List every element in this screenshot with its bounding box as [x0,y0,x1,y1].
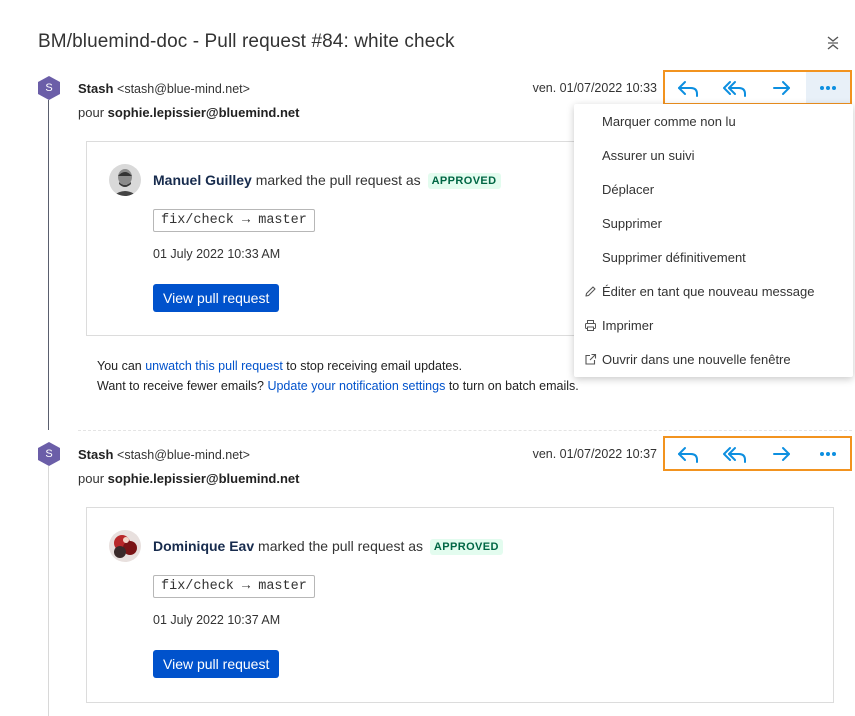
printer-icon [584,319,597,332]
menu-item-edit-as-new[interactable]: Éditer en tant que nouveau message [574,276,853,306]
more-icon [819,451,836,456]
message-toolbar [663,70,852,105]
collapse-all-icon[interactable] [825,35,841,51]
status-badge: APPROVED [427,173,501,189]
approval-timestamp: 01 July 2022 10:37 AM [153,613,281,627]
approval-timestamp: 01 July 2022 10:33 AM [153,247,281,261]
reply-button[interactable] [665,438,712,469]
sender-address: <stash@blue-mind.net> [117,82,250,96]
message-date: ven. 01/07/2022 10:37 [532,447,657,461]
reply-icon [678,80,699,97]
status-badge: APPROVED [429,539,503,555]
sender-address: <stash@blue-mind.net> [117,448,250,462]
menu-item-move[interactable]: Déplacer [574,174,853,204]
reply-button[interactable] [665,72,712,103]
recipient-address: sophie.lepissier@bluemind.net [107,471,300,486]
reply-all-button[interactable] [712,438,759,469]
message-date: ven. 01/07/2022 10:33 [532,81,657,95]
message-divider [78,430,852,431]
conversation-title: BM/bluemind-doc - Pull request #84: whit… [38,31,455,52]
approval-line: Dominique Eav marked the pull request as… [153,538,503,555]
forward-icon [773,446,791,461]
sender-name: Stash [78,81,114,96]
more-actions-button[interactable] [805,72,850,103]
reply-all-icon [723,446,747,463]
external-link-icon [584,353,597,366]
reply-icon [678,446,699,463]
thread-line [48,466,49,716]
reply-all-icon [723,80,747,97]
reviewer-name: Dominique Eav [153,538,255,554]
more-icon [819,85,836,90]
email-footer: You can unwatch this pull request to sto… [97,359,579,393]
reply-all-button[interactable] [712,72,759,103]
forward-icon [773,80,791,95]
view-pull-request-button[interactable]: View pull request [153,650,280,678]
user-avatar [109,164,141,196]
reviewer-name: Manuel Guilley [153,172,252,188]
approval-line: Manuel Guilley marked the pull request a… [153,172,501,189]
forward-button[interactable] [759,72,806,103]
menu-item-follow-up[interactable]: Assurer un suivi [574,140,853,170]
user-avatar [109,530,141,562]
menu-item-mark-unread[interactable]: Marquer comme non lu [574,106,853,136]
forward-button[interactable] [759,438,806,469]
sender-avatar: S [38,442,60,466]
pr-notification-card: Dominique Eav marked the pull request as… [86,507,834,703]
sender-name: Stash [78,447,114,462]
message-toolbar [663,436,852,471]
unwatch-link[interactable]: unwatch this pull request [145,359,283,373]
branch-label: fix/check → master [153,209,315,232]
sender-avatar: S [38,76,60,100]
view-pull-request-button[interactable]: View pull request [153,284,280,312]
sender: Stash <stash@blue-mind.net> [78,447,250,462]
notification-settings-link[interactable]: Update your notification settings [267,379,445,393]
branch-label: fix/check → master [153,575,315,598]
recipient-address: sophie.lepissier@bluemind.net [107,105,300,120]
menu-item-delete-permanently[interactable]: Supprimer définitivement [574,242,853,272]
pencil-icon [584,285,597,298]
more-actions-button[interactable] [806,438,850,469]
menu-item-delete[interactable]: Supprimer [574,208,853,238]
menu-item-print[interactable]: Imprimer [574,310,853,340]
sender: Stash <stash@blue-mind.net> [78,81,250,96]
menu-item-open-new-window[interactable]: Ouvrir dans une nouvelle fenêtre [574,344,853,374]
thread-line [48,100,49,430]
more-actions-menu: Marquer comme non lu Assurer un suivi Dé… [574,104,853,377]
recipient: pour sophie.lepissier@bluemind.net [78,105,300,120]
recipient: pour sophie.lepissier@bluemind.net [78,471,300,486]
